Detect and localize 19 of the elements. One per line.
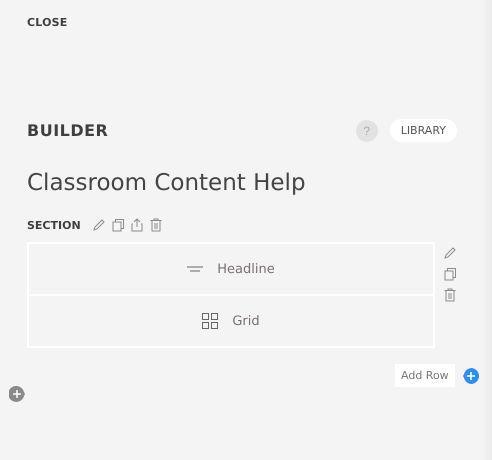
builder-title: BUILDER [27,121,110,140]
add-row-tooltip: Add Row [395,364,455,387]
section-label: SECTION [27,218,81,232]
copy-icon[interactable] [443,267,457,281]
pencil-icon[interactable] [443,246,457,260]
add-row-plus-icon[interactable] [463,368,479,384]
trash-icon[interactable] [443,288,457,302]
lines-icon [187,266,204,272]
add-section-plus-icon[interactable] [9,386,25,402]
library-button[interactable]: LIBRARY [390,119,457,142]
pencil-icon[interactable] [92,218,106,232]
grid-icon [202,313,218,329]
trash-icon[interactable] [148,218,163,232]
row-label: Grid [232,314,260,328]
copy-icon[interactable] [110,218,125,232]
row-label: Headline [217,262,275,276]
share-icon[interactable] [130,218,144,232]
page-title: Classroom Content Help [27,170,307,196]
close-link[interactable]: CLOSE [27,16,457,29]
